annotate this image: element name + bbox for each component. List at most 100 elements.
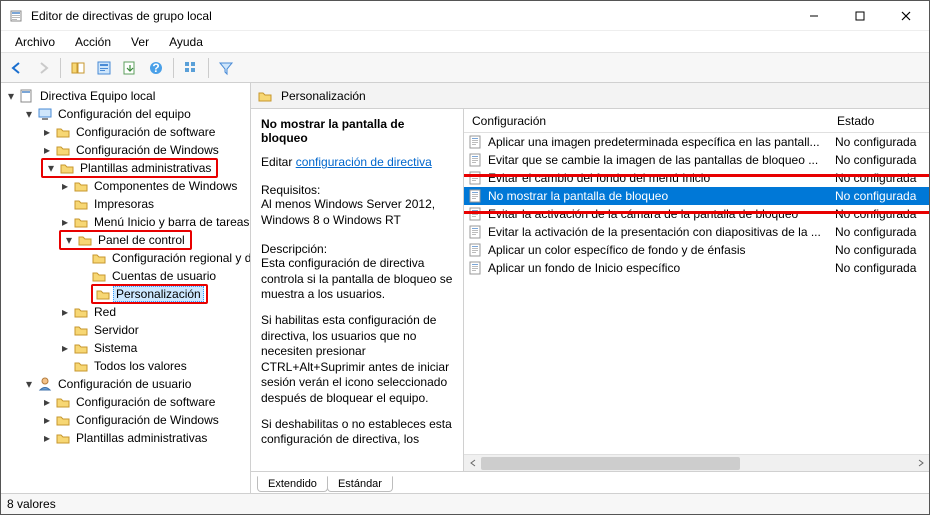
- tree-regional[interactable]: ▸ Configuración regional y de: [77, 249, 250, 267]
- tree-control-panel[interactable]: ▾ Panel de control: [59, 231, 250, 249]
- settings-row-label: Evitar el cambio del fondo del menú Inic…: [484, 171, 829, 185]
- tree-user-admin-templates[interactable]: ▸ Plantillas administrativas: [41, 429, 250, 447]
- tree-windows-config[interactable]: ▸ Configuración de Windows: [41, 141, 250, 159]
- tree-admin-templates[interactable]: ▾ Plantillas administrativas: [41, 159, 250, 177]
- gpedit-window: Editor de directivas de grupo local Arch…: [0, 0, 930, 515]
- tree-item-user-software[interactable]: Configuración de software: [73, 395, 218, 409]
- tree-item-user-admin-templates[interactable]: Plantillas administrativas: [73, 431, 210, 445]
- tree-user-software-config[interactable]: ▸ Configuración de software: [41, 393, 250, 411]
- show-hide-tree-button[interactable]: [66, 56, 90, 80]
- user-icon: [37, 376, 53, 392]
- tree-item-network[interactable]: Red: [91, 305, 119, 319]
- tree-item-user-config[interactable]: Configuración de usuario: [55, 377, 194, 391]
- tab-standard[interactable]: Estándar: [327, 476, 393, 492]
- settings-row[interactable]: Evitar el cambio del fondo del menú Inic…: [464, 169, 929, 187]
- chevron-right-icon[interactable]: ▸: [41, 432, 53, 444]
- tree-user-accounts[interactable]: ▸ Cuentas de usuario: [77, 267, 250, 285]
- menu-view[interactable]: Ver: [123, 33, 157, 51]
- export-list-button[interactable]: [118, 56, 142, 80]
- tree-item-personalization[interactable]: Personalización: [113, 286, 204, 302]
- content-header: Personalización: [251, 83, 929, 109]
- tree-view[interactable]: ▾ Directiva Equipo local ▾: [1, 87, 250, 489]
- tree-software-config[interactable]: ▸ Configuración de software: [41, 123, 250, 141]
- tree-item-admin-templates[interactable]: Plantillas administrativas: [77, 161, 214, 175]
- chevron-right-icon[interactable]: ▸: [59, 342, 71, 354]
- tree-user-windows-config[interactable]: ▸ Configuración de Windows: [41, 411, 250, 429]
- icons-view-button[interactable]: [179, 56, 203, 80]
- policy-setting-icon: [468, 242, 484, 258]
- tree-user-config[interactable]: ▾ Configuración de usuario: [23, 375, 250, 393]
- chevron-right-icon[interactable]: ▸: [41, 414, 53, 426]
- settings-list[interactable]: Aplicar una imagen predeterminada especí…: [464, 133, 929, 454]
- settings-row[interactable]: No mostrar la pantalla de bloqueoNo conf…: [464, 187, 929, 205]
- tree-item-printers[interactable]: Impresoras: [91, 197, 157, 211]
- column-header-config[interactable]: Configuración: [464, 110, 829, 132]
- tree-computer-config[interactable]: ▾ Configuración del equipo: [23, 105, 250, 123]
- settings-row[interactable]: Aplicar un color específico de fondo y d…: [464, 241, 929, 259]
- menu-file[interactable]: Archivo: [7, 33, 63, 51]
- chevron-right-icon[interactable]: ▸: [59, 180, 71, 192]
- forward-button[interactable]: [31, 56, 55, 80]
- computer-icon: [37, 106, 53, 122]
- tree-server[interactable]: ▸ Servidor: [59, 321, 250, 339]
- horizontal-scrollbar[interactable]: [464, 454, 929, 471]
- settings-row[interactable]: Aplicar una imagen predeterminada especí…: [464, 133, 929, 151]
- help-button[interactable]: ?: [144, 56, 168, 80]
- chevron-down-icon[interactable]: ▾: [23, 378, 35, 390]
- close-button[interactable]: [883, 1, 929, 30]
- edit-policy-link[interactable]: configuración de directiva: [296, 155, 432, 169]
- svg-text:?: ?: [152, 61, 159, 75]
- chevron-right-icon[interactable]: ▸: [59, 306, 71, 318]
- maximize-button[interactable]: [837, 1, 883, 30]
- chevron-down-icon[interactable]: ▾: [23, 108, 35, 120]
- scroll-left-button[interactable]: [464, 455, 481, 472]
- tree-system[interactable]: ▸ Sistema: [59, 339, 250, 357]
- chevron-down-icon[interactable]: ▾: [63, 234, 75, 246]
- menu-action[interactable]: Acción: [67, 33, 119, 51]
- tree-item-software-config[interactable]: Configuración de software: [73, 125, 218, 139]
- scroll-right-button[interactable]: [912, 455, 929, 472]
- back-button[interactable]: [5, 56, 29, 80]
- chevron-right-icon[interactable]: ▸: [41, 144, 53, 156]
- tree-item-start-menu[interactable]: Menú Inicio y barra de tareas: [91, 215, 250, 229]
- tree-item-windows-config[interactable]: Configuración de Windows: [73, 143, 222, 157]
- folder-icon: [55, 142, 71, 158]
- menu-help[interactable]: Ayuda: [161, 33, 211, 51]
- column-header-state[interactable]: Estado: [829, 110, 929, 132]
- chevron-down-icon[interactable]: ▾: [45, 162, 57, 174]
- tree-item-regional[interactable]: Configuración regional y de: [109, 251, 250, 265]
- tree-item-windows-components[interactable]: Componentes de Windows: [91, 179, 240, 193]
- tree-item-computer-config[interactable]: Configuración del equipo: [55, 107, 194, 121]
- scrollbar-track[interactable]: [481, 455, 912, 471]
- chevron-right-icon[interactable]: ▸: [41, 396, 53, 408]
- settings-row[interactable]: Evitar la activación de la cámara de la …: [464, 205, 929, 223]
- tree-item-root[interactable]: Directiva Equipo local: [37, 89, 158, 103]
- chevron-right-icon[interactable]: ▸: [59, 216, 71, 228]
- minimize-button[interactable]: [791, 1, 837, 30]
- tree-start-menu[interactable]: ▸ Menú Inicio y barra de tareas: [59, 213, 250, 231]
- tree-windows-components[interactable]: ▸ Componentes de Windows: [59, 177, 250, 195]
- tree-item-user-accounts[interactable]: Cuentas de usuario: [109, 269, 219, 283]
- folder-icon: [73, 358, 89, 374]
- chevron-down-icon[interactable]: ▾: [5, 90, 17, 102]
- tree-printers[interactable]: ▸ Impresoras: [59, 195, 250, 213]
- settings-row[interactable]: Evitar la activación de la presentación …: [464, 223, 929, 241]
- tree-personalization[interactable]: ▸ Personalización: [77, 285, 250, 303]
- tree-all-values[interactable]: ▸ Todos los valores: [59, 357, 250, 375]
- tree-item-server[interactable]: Servidor: [91, 323, 142, 337]
- filter-button[interactable]: [214, 56, 238, 80]
- settings-row[interactable]: Evitar que se cambie la imagen de las pa…: [464, 151, 929, 169]
- tree-item-user-windows[interactable]: Configuración de Windows: [73, 413, 222, 427]
- tree-item-control-panel[interactable]: Panel de control: [95, 233, 188, 247]
- list-header: Configuración Estado: [464, 109, 929, 133]
- tree-root[interactable]: ▾ Directiva Equipo local: [5, 87, 250, 105]
- properties-button[interactable]: [92, 56, 116, 80]
- scrollbar-thumb[interactable]: [481, 457, 740, 470]
- tab-extended[interactable]: Extendido: [257, 476, 328, 492]
- tree-network[interactable]: ▸ Red: [59, 303, 250, 321]
- settings-list-panel: Configuración Estado Aplicar una imagen …: [464, 109, 929, 471]
- tree-item-system[interactable]: Sistema: [91, 341, 140, 355]
- chevron-right-icon[interactable]: ▸: [41, 126, 53, 138]
- settings-row[interactable]: Aplicar un fondo de Inicio específicoNo …: [464, 259, 929, 277]
- tree-item-all-values[interactable]: Todos los valores: [91, 359, 190, 373]
